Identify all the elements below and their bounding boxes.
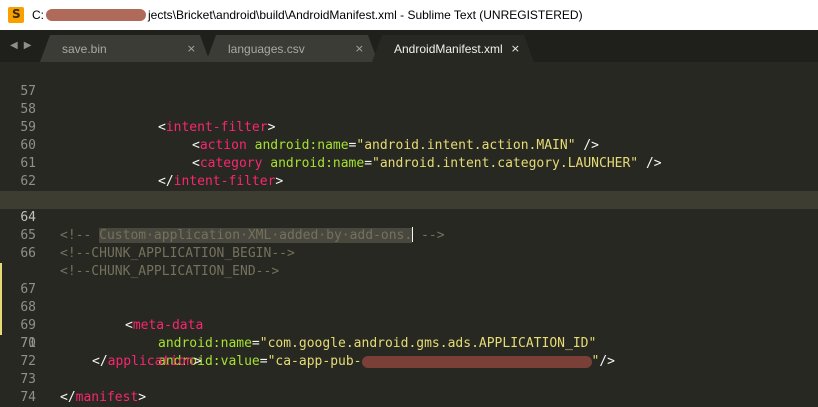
code-text: </manifest> xyxy=(60,390,147,405)
close-icon[interactable]: × xyxy=(355,42,364,55)
redacted-path-scribble xyxy=(46,9,146,21)
tab-navigation: ◀ ▶ xyxy=(10,40,31,51)
code-line: 62 </activity> xyxy=(0,155,818,207)
code-line: 57 xyxy=(0,65,818,99)
code-line: 74 xyxy=(0,371,818,405)
code-line: 70 android:value="ca-app-pub- "/> xyxy=(0,299,818,369)
sublime-text-icon xyxy=(8,7,24,23)
tab-label: save.bin xyxy=(62,41,107,56)
code-line: 66 <!--CHUNK_APPLICATION_END--> xyxy=(0,227,818,279)
tab-label: languages.csv xyxy=(228,41,305,56)
tab-save-bin[interactable]: save.bin × xyxy=(40,35,210,62)
tab-androidmanifest-xml[interactable]: AndroidManifest.xml × xyxy=(372,35,534,62)
close-icon[interactable]: × xyxy=(187,42,196,55)
code-line: 60 <category android:name="android.inten… xyxy=(0,119,818,171)
code-line: 58 <intent-filter> xyxy=(0,83,818,135)
title-bar: C: jects\Bricket\android\build\AndroidMa… xyxy=(0,0,818,30)
close-icon[interactable]: × xyxy=(511,42,520,55)
current-code-line: 64 <!-- Custom·application·XML·added·by·… xyxy=(0,191,818,243)
code-line: 69 android:name="com.google.android.gms.… xyxy=(0,281,818,351)
code-line: 61 </intent-filter> xyxy=(0,137,818,189)
window-title: jects\Bricket\android\build\AndroidManif… xyxy=(148,8,583,22)
code-line: 59 <action android:name="android.intent.… xyxy=(0,101,818,153)
window-title-prefix: C: xyxy=(32,8,44,22)
code-line: 73 </manifest> xyxy=(0,353,818,405)
scroll-tabs-left-icon[interactable]: ◀ xyxy=(10,40,18,51)
code-line: 71 </application> xyxy=(0,317,818,369)
code-line: 68 <meta-data xyxy=(0,263,818,333)
code-editor[interactable]: 57 58 <intent-filter> 59 <action android… xyxy=(0,62,818,407)
code-line: 65 <!--CHUNK_APPLICATION_BEGIN--> xyxy=(0,209,818,261)
tab-bar: ◀ ▶ save.bin × languages.csv × AndroidMa… xyxy=(0,30,818,62)
code-line: 63 xyxy=(0,173,818,207)
tab-languages-csv[interactable]: languages.csv × xyxy=(206,35,378,62)
line-number: 74 xyxy=(20,390,36,405)
code-line: 72 xyxy=(0,335,818,369)
code-line: 67 xyxy=(0,245,818,297)
tab-label: AndroidManifest.xml xyxy=(394,41,503,56)
scroll-tabs-right-icon[interactable]: ▶ xyxy=(24,40,32,51)
